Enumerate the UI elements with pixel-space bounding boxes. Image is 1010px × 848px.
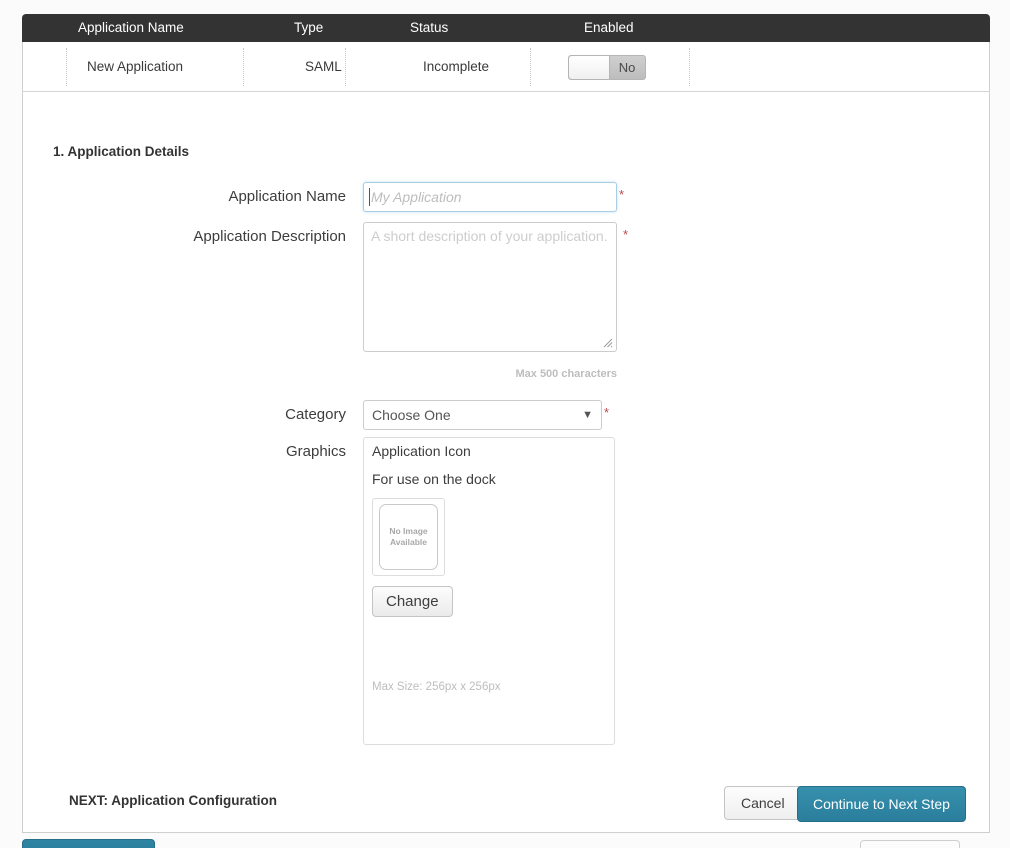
- continue-to-next-step-button[interactable]: Continue to Next Step: [797, 786, 966, 822]
- cell-type: SAML: [305, 42, 342, 92]
- cell-status: Incomplete: [423, 42, 489, 92]
- enabled-toggle[interactable]: No: [568, 55, 646, 80]
- max-size-hint: Max Size: 256px x 256px: [372, 681, 501, 693]
- graphics-subtitle: For use on the dock: [372, 471, 496, 487]
- label-application-name: Application Name: [46, 188, 346, 205]
- graphics-title: Application Icon: [372, 443, 471, 459]
- category-select[interactable]: Choose One ▼: [363, 400, 602, 430]
- column-divider: [243, 48, 244, 86]
- change-icon-button[interactable]: Change: [372, 586, 453, 617]
- application-icon-thumbnail[interactable]: No Image Available: [372, 498, 445, 576]
- required-asterisk: *: [619, 188, 624, 201]
- chevron-down-icon: ▼: [582, 401, 593, 429]
- label-application-description: Application Description: [46, 228, 346, 245]
- required-asterisk: *: [604, 406, 609, 419]
- column-header-type: Type: [294, 14, 323, 42]
- toggle-state-label: No: [609, 56, 645, 79]
- label-category: Category: [46, 406, 346, 423]
- section-title: 1. Application Details: [53, 144, 189, 159]
- text-caret: [369, 188, 370, 206]
- application-description-textarea[interactable]: [363, 222, 617, 352]
- column-header-enabled: Enabled: [584, 14, 634, 42]
- clipped-primary-button[interactable]: [22, 839, 155, 848]
- column-header-status: Status: [410, 14, 448, 42]
- clipped-secondary-button[interactable]: [860, 840, 960, 848]
- applications-table-header: Application Name Type Status Enabled: [22, 14, 990, 42]
- required-asterisk: *: [623, 228, 628, 241]
- next-step-text: NEXT: Application Configuration: [69, 793, 277, 808]
- column-divider: [66, 48, 67, 86]
- column-divider: [345, 48, 346, 86]
- column-divider: [689, 48, 690, 86]
- no-image-placeholder-text: No Image Available: [379, 504, 438, 570]
- column-divider: [530, 48, 531, 86]
- graphics-panel: Application Icon For use on the dock No …: [363, 437, 615, 745]
- max-characters-hint: Max 500 characters: [363, 368, 617, 380]
- cancel-button[interactable]: Cancel: [724, 786, 802, 820]
- toggle-knob: [569, 56, 610, 79]
- cell-application-name: New Application: [87, 42, 183, 92]
- table-row[interactable]: New Application SAML Incomplete No: [22, 42, 990, 92]
- column-header-application-name: Application Name: [78, 14, 184, 42]
- form-body: 1. Application Details Application Name …: [22, 92, 990, 833]
- category-selected-value: Choose One: [372, 401, 451, 429]
- application-name-input[interactable]: [363, 182, 617, 212]
- application-wizard-page: Application Name Type Status Enabled New…: [0, 0, 1010, 848]
- label-graphics: Graphics: [46, 443, 346, 460]
